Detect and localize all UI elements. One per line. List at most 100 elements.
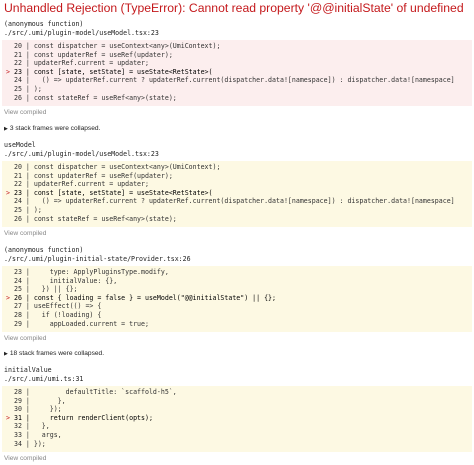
line-marker	[6, 302, 10, 310]
line-code: );	[33, 84, 42, 93]
line-number: 29	[13, 396, 22, 405]
line-marker	[6, 42, 10, 50]
line-marker	[6, 277, 10, 285]
view-compiled-link[interactable]: View compiled	[4, 230, 46, 238]
code-line: 25 | );	[6, 85, 472, 94]
line-marker	[6, 206, 10, 214]
line-code: updaterRef.current = updater;	[33, 59, 149, 68]
line-code: const dispatcher = useContext<any>(UmiCo…	[33, 42, 221, 50]
line-code: const stateRef = useRef<any>(state);	[33, 93, 177, 102]
code-line: 26 | const stateRef = useRef<any>(state)…	[6, 94, 472, 103]
code-line: 33 | args,	[6, 431, 472, 440]
line-code: const stateRef = useRef<any>(state);	[33, 214, 177, 223]
error-code-line: > 26 | const { loading = false } = useMo…	[6, 293, 276, 302]
code-line: 28 | if (!loading) {	[6, 311, 472, 320]
line-code: });	[33, 439, 46, 448]
line-marker: >	[6, 188, 10, 197]
line-marker: >	[6, 293, 10, 302]
line-marker	[6, 172, 10, 180]
line-marker	[6, 215, 10, 223]
line-number: 28	[13, 310, 22, 319]
error-code-line: > 23 | const [state, setState] = useStat…	[6, 188, 213, 197]
line-code: () => updaterRef.current ? updaterRef.cu…	[33, 76, 455, 85]
line-code: type: ApplyPluginsType.modify,	[33, 268, 169, 276]
line-code: if (!loading) {	[33, 310, 102, 319]
code-line: 27 | useEffect(() => {	[6, 302, 472, 311]
line-number: 22	[13, 59, 22, 68]
line-number: 26	[13, 293, 22, 302]
line-number: 24	[13, 76, 22, 85]
line-number: 27	[13, 302, 22, 311]
line-number: 32	[13, 422, 22, 431]
view-compiled-link[interactable]: View compiled	[4, 109, 46, 117]
code-line: 24 | initialValue: {},	[6, 277, 472, 286]
line-marker	[6, 320, 10, 328]
line-number: 25	[13, 285, 22, 294]
line-marker	[6, 59, 10, 67]
line-marker	[6, 268, 10, 276]
code-line: 26 | const stateRef = useRef<any>(state)…	[6, 215, 472, 224]
code-line: 21 | const updaterRef = useRef(updater);	[6, 51, 472, 60]
stack-frame-path: ./src/.umi/plugin-initial-state/Provider…	[4, 255, 191, 263]
stack-frame-path: ./src/.umi/plugin-model/useModel.tsx:23	[4, 29, 159, 37]
stack-frame-function: useModel	[4, 141, 36, 149]
line-marker	[6, 422, 10, 430]
line-marker	[6, 197, 10, 205]
code-line: 29 | },	[6, 397, 472, 406]
code-line: 21 | const updaterRef = useRef(updater);	[6, 172, 472, 181]
line-number: 31	[13, 413, 22, 422]
stack-frame-path: ./src/.umi/umi.ts:31	[4, 375, 84, 383]
line-code: () => updaterRef.current ? updaterRef.cu…	[33, 197, 455, 206]
line-code: initialValue: {},	[33, 276, 118, 285]
line-code: const updaterRef = useRef(updater);	[33, 50, 173, 59]
line-code: defaultTitle: `scaffold-h5`,	[33, 388, 177, 396]
line-number: 25	[13, 84, 22, 93]
line-marker	[6, 285, 10, 293]
line-marker	[6, 405, 10, 413]
code-line: 24 | () => updaterRef.current ? updaterR…	[6, 197, 472, 206]
stack-frame-function: (anonymous function)	[4, 20, 84, 28]
code-block: 28 | defaultTitle: `scaffold-h5`, 29 | }…	[2, 386, 472, 452]
line-code: const [state, setState] = useState<RetSt…	[33, 67, 213, 76]
code-line: 20 | const dispatcher = useContext<any>(…	[6, 42, 472, 51]
line-code: );	[33, 205, 42, 214]
view-compiled-link[interactable]: View compiled	[4, 455, 46, 463]
line-number: 20	[13, 163, 22, 171]
line-number: 26	[13, 214, 22, 223]
error-code-line: > 23 | const [state, setState] = useStat…	[6, 67, 213, 76]
line-code: updaterRef.current = updater;	[33, 180, 149, 189]
line-marker	[6, 397, 10, 405]
line-number: 21	[13, 171, 22, 180]
code-line: 20 | const dispatcher = useContext<any>(…	[6, 163, 472, 172]
code-line: 22 | updaterRef.current = updater;	[6, 59, 472, 68]
code-line: 23 | type: ApplyPluginsType.modify,	[6, 268, 472, 277]
stack-frame-function: initialValue	[4, 366, 52, 374]
view-compiled-link[interactable]: View compiled	[4, 335, 46, 343]
line-number: 29	[13, 319, 22, 328]
code-block: 23 | type: ApplyPluginsType.modify, 24 |…	[2, 266, 472, 332]
code-line: 30 | });	[6, 405, 472, 414]
collapsed-frames-toggle[interactable]: ▶ 18 stack frames were collapsed.	[4, 350, 104, 358]
line-number: 20	[13, 42, 22, 50]
collapsed-frames-label: 3 stack frames were collapsed.	[9, 125, 101, 132]
line-number: 28	[13, 388, 22, 396]
line-marker	[6, 431, 10, 439]
line-code: },	[33, 396, 66, 405]
collapsed-frames-toggle[interactable]: ▶ 3 stack frames were collapsed.	[4, 125, 100, 133]
line-code: const dispatcher = useContext<any>(UmiCo…	[33, 163, 221, 171]
line-code: const updaterRef = useRef(updater);	[33, 171, 173, 180]
code-line: 24 | () => updaterRef.current ? updaterR…	[6, 76, 472, 85]
line-marker	[6, 388, 10, 396]
code-line: 28 | defaultTitle: `scaffold-h5`,	[6, 388, 472, 397]
line-number: 30	[13, 405, 22, 414]
line-number: 23	[13, 67, 22, 76]
line-code: useEffect(() => {	[33, 302, 102, 311]
stack-frame-path: ./src/.umi/plugin-model/useModel.tsx:23	[4, 150, 159, 158]
line-marker	[6, 51, 10, 59]
code-block: 20 | const dispatcher = useContext<any>(…	[2, 161, 472, 227]
line-number: 23	[13, 188, 22, 197]
line-number: 25	[13, 205, 22, 214]
collapsed-frames-label: 18 stack frames were collapsed.	[9, 350, 105, 357]
line-marker	[6, 76, 10, 84]
line-number: 26	[13, 93, 22, 102]
